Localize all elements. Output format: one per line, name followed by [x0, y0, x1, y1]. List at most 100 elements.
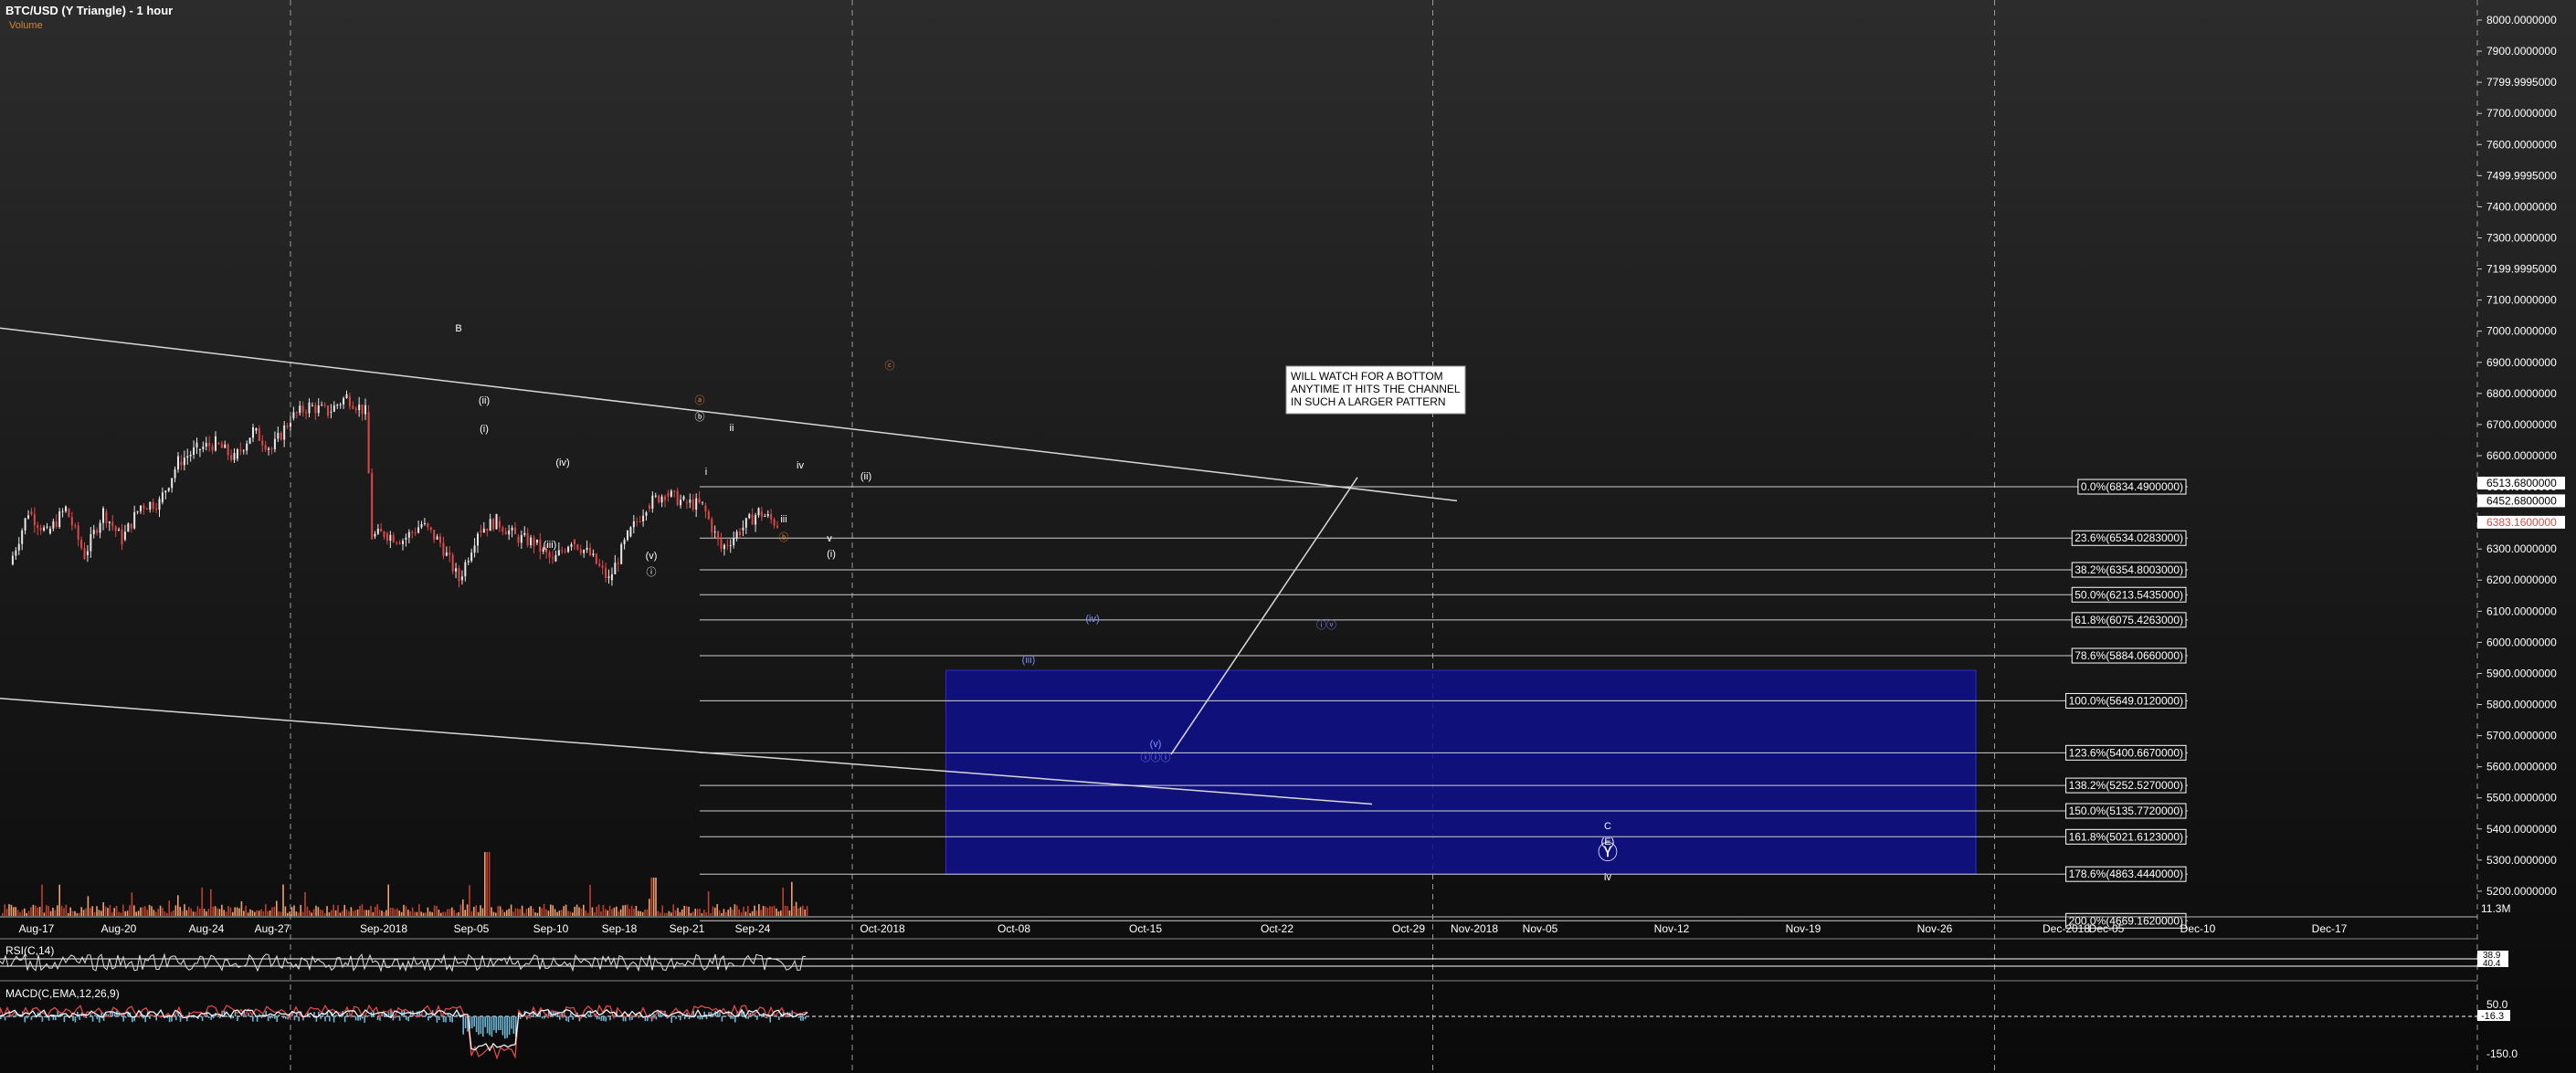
macd-histogram-bar — [26, 1016, 28, 1019]
macd-histogram-bar — [721, 1016, 723, 1022]
volume-bar — [521, 905, 523, 916]
volume-bar — [431, 911, 433, 916]
volume-bar — [102, 902, 104, 916]
price-candle-body — [189, 454, 192, 457]
macd-histogram-bar — [699, 1016, 702, 1020]
macd-histogram-bar — [175, 1016, 177, 1021]
volume-bar — [109, 905, 111, 916]
macd-histogram-bar — [600, 1016, 603, 1021]
volume-bar — [359, 905, 361, 916]
wave-label: iv — [1604, 872, 1611, 883]
volume-bar — [716, 904, 718, 916]
volume-bar — [26, 912, 27, 916]
volume-bar — [151, 906, 153, 916]
price-candle-body — [673, 490, 676, 492]
price-candle-body — [407, 531, 410, 538]
price-candle-body — [651, 495, 654, 510]
volume-bar — [458, 912, 459, 916]
volume-bar — [396, 908, 398, 916]
volume-bar — [769, 906, 771, 916]
price-candle-body — [27, 515, 29, 519]
volume-bar — [536, 912, 539, 916]
volume-bar — [793, 906, 795, 916]
fib-level-label: 100.0%(5649.0120000) — [2069, 694, 2183, 707]
macd-histogram-bar — [725, 1015, 727, 1016]
price-candle-body — [261, 440, 264, 446]
volume-bar — [267, 910, 269, 916]
wave-label: ⓒ — [885, 360, 895, 372]
macd-histogram-bar — [199, 1016, 201, 1017]
macd-histogram-bar — [357, 1016, 359, 1021]
macd-histogram-bar — [248, 1013, 249, 1016]
macd-histogram-bar — [74, 1016, 77, 1023]
macd-histogram-bar — [63, 1016, 66, 1023]
macd-histogram-bar — [155, 1016, 157, 1021]
volume-bar — [628, 909, 630, 916]
macd-histogram-bar — [260, 1016, 263, 1018]
volume-bar — [153, 910, 155, 916]
price-candle-body — [564, 551, 566, 552]
price-candle-body — [642, 515, 645, 522]
volume-bar — [345, 909, 348, 916]
x-axis-tick-label: Nov-05 — [1523, 922, 1558, 935]
volume-bar — [586, 912, 589, 916]
macd-histogram-bar — [758, 1015, 760, 1016]
volume-bar — [166, 912, 168, 916]
price-candle-body — [535, 539, 538, 543]
price-candle-body — [155, 509, 158, 510]
macd-histogram-bar — [491, 1016, 493, 1037]
macd-histogram-bar — [324, 1016, 326, 1022]
price-candle-body — [451, 554, 454, 572]
wave-label: (iii) — [1022, 655, 1036, 666]
volume-bar — [710, 912, 712, 916]
volume-bar — [503, 911, 506, 916]
volume-bar — [122, 904, 124, 916]
volume-bar — [657, 910, 660, 916]
volume-bar — [425, 912, 427, 916]
volume-bar — [289, 911, 290, 916]
price-candle-body — [123, 531, 126, 540]
volume-bar — [137, 910, 140, 916]
price-candle-body — [74, 525, 77, 527]
price-candle-body — [539, 539, 542, 552]
volume-bar — [4, 904, 5, 916]
fib-level-label: 23.6%(6534.0283000) — [2075, 531, 2183, 544]
wave-label: iii — [780, 514, 787, 525]
y-axis-tick-label: 6800.0000000 — [2486, 387, 2557, 400]
macd-histogram-bar — [473, 1016, 475, 1027]
price-candle-body — [773, 519, 776, 526]
price-candle-body — [92, 530, 95, 534]
price-candle-body — [704, 505, 707, 512]
chart-canvas[interactable]: 0.0%(6834.4900000) 23.6%(6534.0283000) 38.… — [0, 0, 2576, 1073]
volume-bar — [229, 907, 232, 916]
volume-bar — [528, 908, 530, 916]
volume-bar — [688, 906, 690, 916]
volume-bar — [492, 911, 495, 916]
macd-histogram-bar — [90, 1014, 91, 1016]
volume-bar — [284, 906, 287, 916]
y-axis-tick-label: 6900.0000000 — [2486, 356, 2557, 369]
macd-histogram-bar — [144, 1016, 146, 1023]
annotation-text-line: ANYTIME IT HITS THE CHANNEL — [1291, 383, 1461, 395]
fib-level-label: 78.6%(5884.0660000) — [2075, 649, 2183, 662]
price-candle-body — [70, 517, 73, 526]
price-candle-body — [742, 527, 744, 531]
volume-bar — [192, 911, 195, 916]
wave-label: (i) — [827, 549, 836, 560]
volume-bar — [107, 908, 109, 916]
volume-bar — [723, 909, 725, 916]
volume-bar — [411, 907, 414, 916]
macd-histogram-bar — [504, 1016, 506, 1039]
macd-histogram-bar — [596, 1016, 598, 1020]
macd-histogram-bar — [343, 1016, 346, 1023]
macd-histogram-bar — [387, 1012, 390, 1016]
wave-label: ⓑ — [695, 411, 705, 423]
volume-bar — [407, 910, 409, 916]
x-axis-tick-label: Aug-17 — [19, 922, 55, 935]
y-axis-tick-label: 5800.0000000 — [2486, 699, 2557, 711]
price-candle-body — [317, 405, 320, 414]
price-candle-body — [420, 523, 423, 528]
volume-bar — [668, 910, 670, 916]
volume-bar — [613, 907, 616, 916]
price-candle-body — [17, 543, 20, 551]
